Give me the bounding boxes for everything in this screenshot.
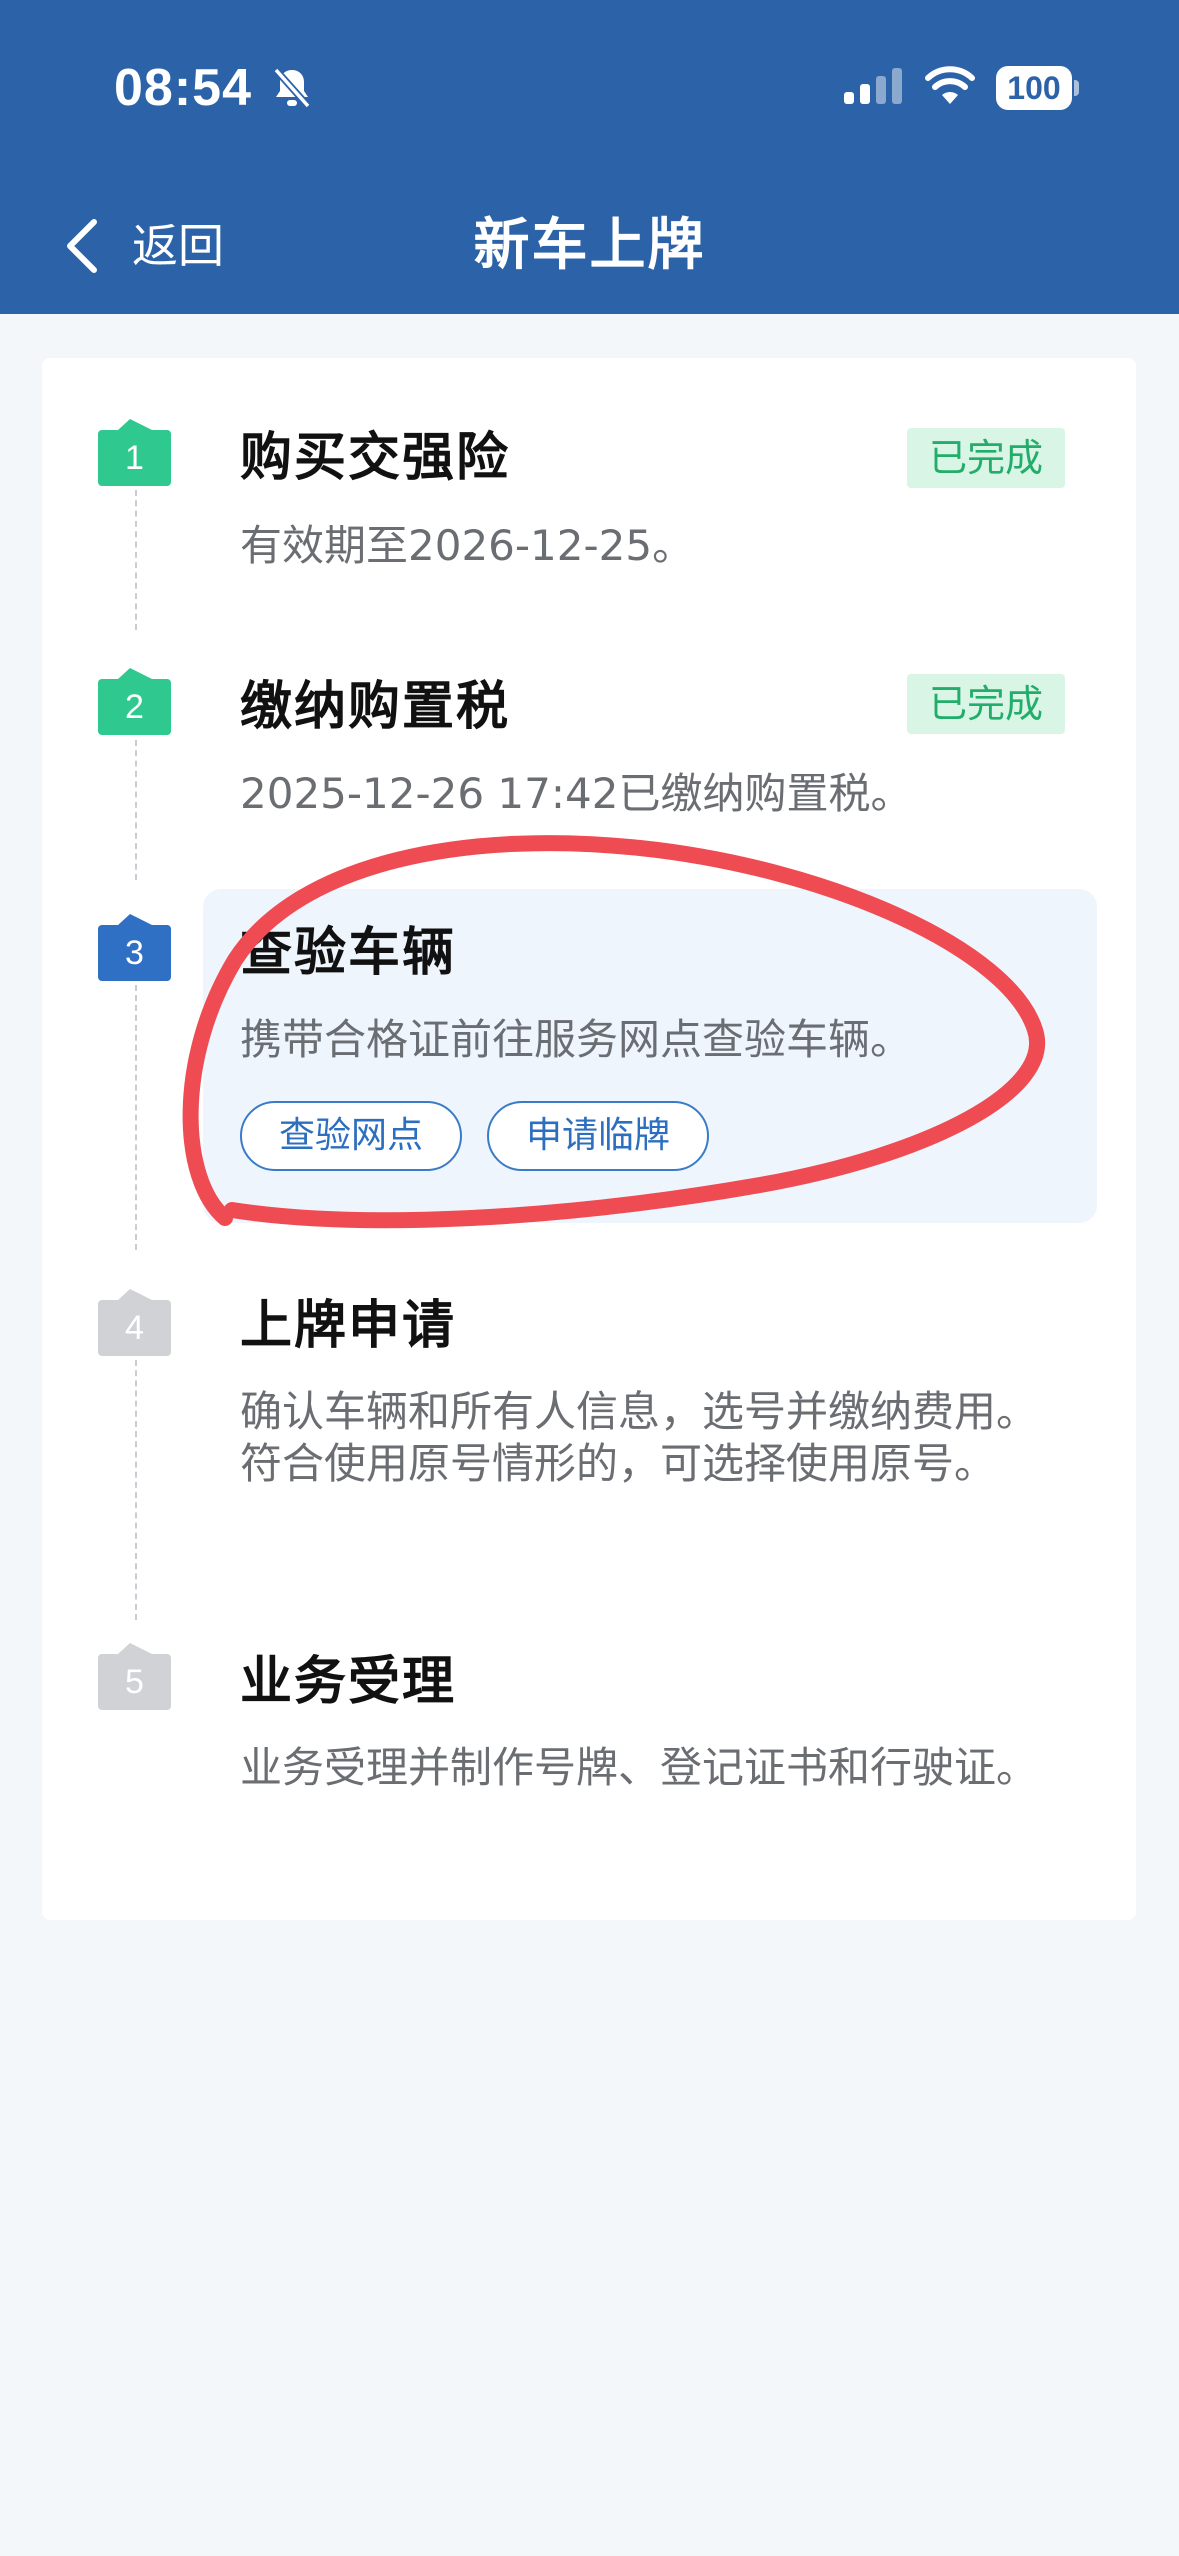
battery-level: 100	[996, 66, 1072, 110]
step-number-badge: 4	[98, 1289, 171, 1356]
apply-temp-plate-button[interactable]: 申请临牌	[487, 1101, 709, 1171]
step-desc: 携带合格证前往服务网点查验车辆。	[240, 1015, 913, 1064]
bell-muted-icon	[273, 67, 311, 109]
page-title: 新车上牌	[473, 213, 706, 278]
step-connector	[135, 740, 137, 880]
step-connector	[135, 985, 137, 1250]
step-connector	[135, 1360, 137, 1620]
status-time: 08:54	[114, 59, 252, 117]
step-number-badge: 5	[98, 1643, 171, 1710]
inspection-sites-button[interactable]: 查验网点	[240, 1101, 462, 1171]
app-header: 08:54 100 返回 新车上牌	[0, 0, 1179, 314]
battery-icon: 100	[996, 66, 1079, 110]
step-desc: 业务受理并制作号牌、登记证书和行驶证。	[240, 1743, 1039, 1792]
step-number-badge: 2	[98, 668, 171, 735]
step-number-badge: 1	[98, 419, 171, 486]
step-desc: 2025-12-26 17:42已缴纳购置税。	[240, 769, 913, 818]
step-title: 业务受理	[240, 1652, 457, 1712]
battery-tip	[1074, 80, 1079, 96]
status-badge: 已完成	[907, 428, 1065, 488]
step-title: 购买交强险	[240, 428, 511, 488]
step-connector	[135, 490, 137, 630]
step-title: 缴纳购置税	[240, 677, 511, 737]
step-number-badge: 3	[98, 914, 171, 981]
signal-icon	[844, 68, 902, 104]
step-desc: 有效期至2026-12-25。	[240, 521, 695, 570]
step-desc: 确认车辆和所有人信息，选号并缴纳费用。符合使用原号情形的，可选择使用原号。	[240, 1387, 1039, 1488]
step-title: 查验车辆	[240, 923, 457, 983]
step-title: 上牌申请	[240, 1296, 457, 1356]
wifi-icon	[925, 66, 975, 104]
status-badge: 已完成	[907, 674, 1065, 734]
